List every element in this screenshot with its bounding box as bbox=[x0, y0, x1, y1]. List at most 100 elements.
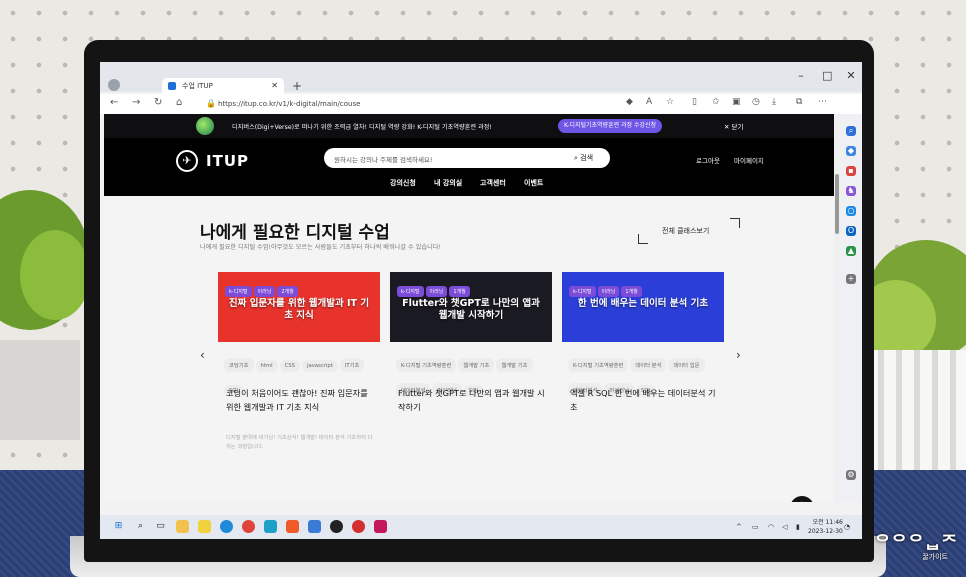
carousel-prev-icon[interactable]: ‹ bbox=[200, 348, 205, 362]
outlook-icon[interactable]: O bbox=[846, 226, 856, 236]
carousel-next-icon[interactable]: › bbox=[736, 348, 741, 362]
downloads-icon[interactable]: ⤓ bbox=[772, 97, 776, 107]
nav-my-classroom[interactable]: 내 강의실 bbox=[434, 178, 462, 188]
settings-icon[interactable]: ⚙ bbox=[846, 470, 856, 480]
extensions-icon[interactable]: ⧉ bbox=[796, 97, 802, 107]
brave-icon[interactable] bbox=[286, 520, 299, 533]
read-aloud-icon[interactable]: A bbox=[646, 97, 652, 107]
search-button[interactable]: ⌕ 검색 bbox=[574, 153, 593, 163]
course-title[interactable]: Flutter와 챗GPT로 나만의 앱과 웹개발 시작하기 bbox=[398, 386, 548, 414]
kakaotalk-icon[interactable] bbox=[198, 520, 211, 533]
badge: k-디지털 bbox=[569, 286, 596, 297]
forward-icon[interactable]: → bbox=[132, 97, 140, 108]
logout-link[interactable]: 로그아웃 bbox=[696, 155, 720, 165]
screen: 수업 ITUP ✕ + – □ ✕ ← → ↻ ⌂ 🔒 https://itup… bbox=[100, 62, 862, 539]
back-icon[interactable]: ← bbox=[110, 97, 118, 108]
badge: 이러닝 bbox=[597, 286, 620, 297]
view-all-classes-button[interactable]: 전체 클래스보기 bbox=[638, 218, 740, 244]
course-card[interactable]: k-디지털 이러닝 1개월 Flutter와 챗GPT로 나만의 앱과 웹개발 시작… bbox=[390, 272, 552, 492]
refresh-icon[interactable]: ↻ bbox=[154, 97, 162, 108]
tag[interactable]: K-디지털 기초역량훈련 bbox=[396, 358, 457, 372]
course-title[interactable]: 코딩이 처음이어도 괜찮아! 진짜 입문자를 위한 웹개발과 IT 기초 지식 bbox=[226, 386, 376, 414]
windows-start-icon[interactable]: ⊞ bbox=[112, 520, 125, 533]
search-input[interactable]: 원하시는 강의나 주제를 검색하세요! ⌕ 검색 bbox=[324, 148, 610, 168]
task-view-icon[interactable]: ▭ bbox=[154, 520, 167, 533]
address-bar[interactable]: 🔒 https://itup.co.kr/v1/k-digital/main/c… bbox=[204, 97, 624, 111]
wifi-icon[interactable]: ◠ bbox=[768, 523, 774, 531]
favicon-icon bbox=[168, 82, 176, 90]
battery-icon[interactable]: ▮ bbox=[796, 523, 800, 531]
course-thumbnail[interactable]: k-디지털 이러닝 1개월 Flutter와 챗GPT로 나만의 앱과 웹개발 시작… bbox=[390, 272, 552, 342]
maximize-button[interactable]: □ bbox=[822, 62, 832, 90]
office-icon[interactable]: ○ bbox=[846, 206, 856, 216]
file-explorer-icon[interactable] bbox=[176, 520, 189, 533]
site-logo[interactable]: ITUP bbox=[206, 152, 249, 170]
tag[interactable]: html bbox=[255, 360, 278, 372]
nav-event[interactable]: 이벤트 bbox=[524, 178, 543, 188]
settings-app-icon[interactable] bbox=[308, 520, 321, 533]
promo-banner: 디지버스(Digi+Verse)로 떠나기 위한 조력급 열차! 디지털 역량 … bbox=[104, 114, 834, 138]
tray-chevron-icon[interactable]: ^ bbox=[736, 523, 742, 531]
photos-icon[interactable] bbox=[374, 520, 387, 533]
course-title[interactable]: 엑셀 R SQL 한 번에 배우는 데이터분석 기초 bbox=[570, 386, 720, 414]
media-icon[interactable] bbox=[330, 520, 343, 533]
profile-icon[interactable] bbox=[108, 79, 120, 91]
tag-icon[interactable]: ◆ bbox=[626, 97, 633, 107]
promo-apply-button[interactable]: K-디지털기초역량훈련 과정 수강신청 bbox=[558, 119, 662, 133]
tab-close-icon[interactable]: ✕ bbox=[271, 78, 278, 94]
planet-icon bbox=[196, 117, 214, 135]
tag[interactable]: 웹개발 기초 bbox=[458, 358, 495, 372]
scrollbar-thumb[interactable] bbox=[835, 174, 839, 234]
course-section: 나에게 필요한 디지털 수업 나에게 필요한 디지털 수업!아무것도 모르는 사… bbox=[104, 196, 834, 502]
nav-course-apply[interactable]: 강의신청 bbox=[390, 178, 416, 188]
search-icon[interactable]: ⌕ bbox=[846, 126, 856, 136]
games-icon[interactable]: ♞ bbox=[846, 186, 856, 196]
favorites-icon[interactable]: ✩ bbox=[712, 97, 720, 107]
search-taskbar-icon[interactable]: ⌕ bbox=[134, 520, 147, 533]
designer-icon[interactable]: ▲ bbox=[846, 246, 856, 256]
taskbar-clock[interactable]: 오전 11:46 2023-12-30 bbox=[808, 518, 843, 536]
add-icon[interactable]: + bbox=[846, 274, 856, 284]
shopping-icon[interactable]: ◆ bbox=[846, 146, 856, 156]
mypage-link[interactable]: 마이페이지 bbox=[734, 155, 764, 165]
nav-customer-center[interactable]: 고객센터 bbox=[480, 178, 506, 188]
course-thumbnail[interactable]: k-디지털 이러닝 1개월 한 번에 배우는 데이터 분석 기초 bbox=[562, 272, 724, 342]
course-card[interactable]: k-디지털 이러닝 2개월 진짜 입문자를 위한 웹개발과 IT 기초 지식 코딩기… bbox=[218, 272, 380, 492]
volume-icon[interactable]: ◁ bbox=[782, 523, 787, 531]
tag[interactable]: IT기초 bbox=[339, 358, 365, 372]
new-tab-icon[interactable]: + bbox=[292, 79, 302, 93]
app-icon[interactable] bbox=[264, 520, 277, 533]
tag[interactable]: javascript bbox=[302, 360, 338, 372]
promo-close-button[interactable]: ✕ 닫기 bbox=[724, 121, 743, 131]
tag[interactable]: CSS bbox=[279, 360, 301, 372]
menu-icon[interactable]: ⋯ bbox=[818, 97, 827, 107]
edge-sidebar: ⌕ ◆ ▪ ♞ ○ O ▲ + ⚙ bbox=[840, 114, 862, 502]
close-window-button[interactable]: ✕ bbox=[846, 62, 856, 90]
tag[interactable]: 데이터 분석 bbox=[630, 358, 667, 372]
home-icon[interactable]: ⌂ bbox=[176, 97, 182, 108]
view-all-label: 전체 클래스보기 bbox=[662, 227, 710, 235]
clock-time: 오전 11:46 bbox=[812, 519, 843, 526]
course-thumbnail[interactable]: k-디지털 이러닝 2개월 진짜 입문자를 위한 웹개발과 IT 기초 지식 bbox=[218, 272, 380, 342]
tools-icon[interactable]: ▪ bbox=[846, 166, 856, 176]
split-screen-icon[interactable]: ▯ bbox=[692, 97, 697, 107]
display-icon[interactable]: ▭ bbox=[752, 523, 759, 531]
minimize-button[interactable]: – bbox=[796, 62, 806, 90]
history-icon[interactable]: ◷ bbox=[752, 97, 760, 107]
record-icon[interactable] bbox=[352, 520, 365, 533]
tag[interactable]: 코딩기초 bbox=[224, 358, 254, 372]
chrome-icon[interactable] bbox=[242, 520, 255, 533]
course-card[interactable]: k-디지털 이러닝 1개월 한 번에 배우는 데이터 분석 기초 K-디지털 기초역… bbox=[562, 272, 724, 492]
edge-icon[interactable] bbox=[220, 520, 233, 533]
itup-logo-icon[interactable]: ✈ bbox=[176, 150, 198, 172]
chat-icon[interactable]: 💬 bbox=[790, 496, 814, 502]
plant-left-leaves bbox=[20, 230, 90, 320]
favorite-star-icon[interactable]: ☆ bbox=[666, 97, 674, 107]
tag[interactable]: 웹개발 기초 bbox=[496, 358, 533, 372]
tag[interactable]: K-디지털 기초역량훈련 bbox=[568, 358, 629, 372]
tag[interactable]: 데이터 입문 bbox=[668, 358, 705, 372]
browser-tab[interactable]: 수업 ITUP ✕ bbox=[162, 78, 284, 94]
collections-icon[interactable]: ▣ bbox=[732, 97, 741, 107]
notification-icon[interactable]: ◔ bbox=[844, 523, 850, 531]
thumbnail-title: Flutter와 챗GPT로 나만의 앱과 웹개발 시작하기 bbox=[402, 298, 540, 321]
